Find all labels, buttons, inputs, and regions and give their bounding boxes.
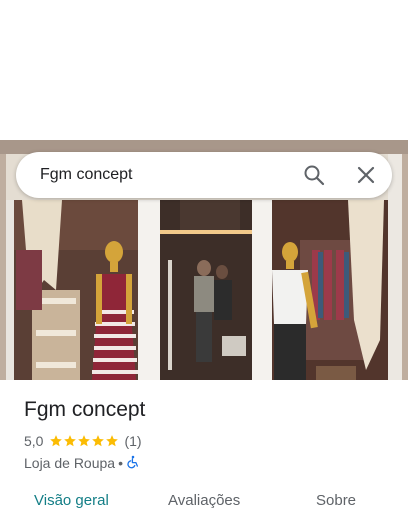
search-bar[interactable]: Fgm concept xyxy=(16,152,392,198)
star-icon xyxy=(50,435,63,447)
review-count[interactable]: (1) xyxy=(124,433,141,449)
category-row: Loja de Roupa • xyxy=(24,454,140,472)
search-input[interactable]: Fgm concept xyxy=(40,166,132,184)
tab-overview[interactable]: Visão geral xyxy=(34,492,109,509)
star-icon xyxy=(78,435,91,447)
place-category: Loja de Roupa xyxy=(24,455,116,471)
star-icon xyxy=(92,435,105,447)
rating-value: 5,0 xyxy=(24,433,44,449)
separator: • xyxy=(118,455,123,471)
rating-row[interactable]: 5,0 (1) xyxy=(24,432,142,450)
tab-reviews[interactable]: Avaliações xyxy=(168,492,240,509)
star-icon xyxy=(106,435,119,447)
star-rating xyxy=(49,434,119,448)
close-icon[interactable] xyxy=(354,163,378,187)
tab-about[interactable]: Sobre xyxy=(316,492,356,509)
place-title: Fgm concept xyxy=(24,398,146,421)
search-icon[interactable] xyxy=(302,163,326,187)
place-tabs: Visão geral Avaliações Sobre xyxy=(0,488,408,516)
map-area-blank xyxy=(0,0,408,140)
wheelchair-icon xyxy=(126,455,140,472)
star-icon xyxy=(64,435,77,447)
